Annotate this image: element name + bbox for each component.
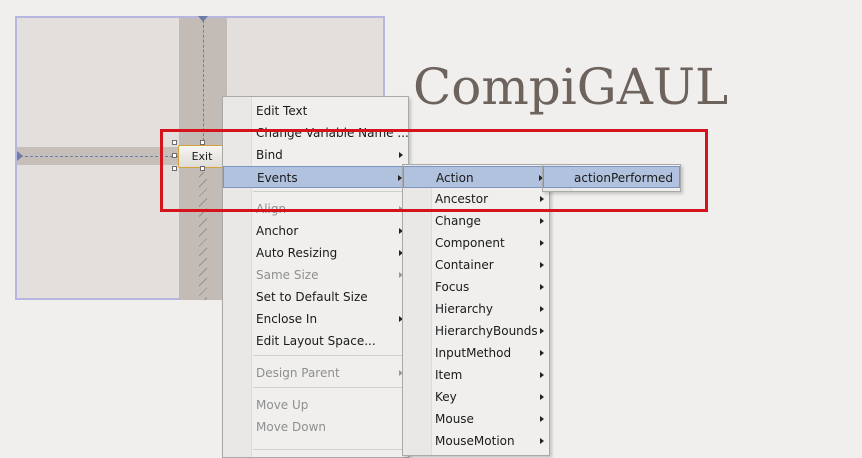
menu-item-label: Align <box>256 202 287 216</box>
events-item-label: HierarchyBounds <box>435 324 538 338</box>
events-item-mousemotion[interactable]: MouseMotion <box>403 430 549 452</box>
menu-item-label: Auto Resizing <box>256 246 338 260</box>
menu-item-align: Align <box>223 198 408 220</box>
events-item-focus[interactable]: Focus <box>403 276 549 298</box>
submenu-arrow-icon <box>399 152 403 158</box>
submenu-arrow-icon <box>540 438 544 444</box>
horizontal-anchor-line <box>20 156 178 157</box>
menu-item-label: Edit Text <box>256 104 308 118</box>
submenu-arrow-icon <box>540 262 544 268</box>
events-item-hierarchy[interactable]: Hierarchy <box>403 298 549 320</box>
submenu-arrow-icon <box>540 306 544 312</box>
menu-item-auto-resizing[interactable]: Auto Resizing <box>223 242 408 264</box>
events-item-label: MouseMotion <box>435 434 515 448</box>
menu-item-label: Change Variable Name ... <box>256 126 409 140</box>
events-item-inputmethod[interactable]: InputMethod <box>403 342 549 364</box>
menu-item-label: Anchor <box>256 224 299 238</box>
events-item-label: Hierarchy <box>435 302 494 316</box>
menu-item-anchor[interactable]: Anchor <box>223 220 408 242</box>
events-item-label: Item <box>435 368 463 382</box>
submenu-arrow-icon <box>540 328 544 334</box>
action-item-actionperformed[interactable]: actionPerformed <box>543 166 680 188</box>
resize-spring-icon <box>199 172 207 300</box>
events-item-label: Ancestor <box>435 192 489 206</box>
menu-item-design-parent: Design Parent <box>223 362 408 384</box>
menu-item-move-down: Move Down <box>223 416 408 438</box>
submenu-arrow-icon <box>540 394 544 400</box>
events-item-container[interactable]: Container <box>403 254 549 276</box>
menu-item-move-up: Move Up <box>223 394 408 416</box>
action-submenu: actionPerformed <box>542 164 681 192</box>
events-item-change[interactable]: Change <box>403 210 549 232</box>
menu-item-label: Set to Default Size <box>256 290 368 304</box>
menu-item-label: Edit Layout Space... <box>256 334 376 348</box>
menu-separator <box>253 191 406 192</box>
resize-handle-bottom-left[interactable] <box>172 166 177 171</box>
menu-item-label: Move Down <box>256 420 326 434</box>
events-item-hierarchybounds[interactable]: HierarchyBounds <box>403 320 549 342</box>
events-item-label: Component <box>435 236 505 250</box>
events-item-label: InputMethod <box>435 346 512 360</box>
events-item-label: Focus <box>435 280 470 294</box>
menu-item-same-size: Same Size <box>223 264 408 286</box>
events-item-key[interactable]: Key <box>403 386 549 408</box>
menu-item-label: Design Parent <box>256 366 340 380</box>
events-item-action[interactable]: Action <box>403 166 549 188</box>
events-submenu: Action Ancestor Change Component Container Fo… <box>402 164 550 456</box>
menu-item-label: Enclose In <box>256 312 318 326</box>
menu-item-enclose-in[interactable]: Enclose In <box>223 308 408 330</box>
submenu-arrow-icon <box>540 372 544 378</box>
top-anchor-marker-icon <box>198 16 208 22</box>
brand-title: CompiGAUL <box>413 58 729 116</box>
resize-handle-top-left[interactable] <box>172 140 177 145</box>
menu-item-edit-text[interactable]: Edit Text <box>223 100 408 122</box>
events-item-label: Action <box>436 171 474 185</box>
submenu-arrow-icon <box>540 196 544 202</box>
submenu-arrow-icon <box>540 284 544 290</box>
vertical-anchor-line <box>203 20 204 146</box>
events-item-label: Key <box>435 390 457 404</box>
events-item-label: Mouse <box>435 412 474 426</box>
menu-item-bind[interactable]: Bind <box>223 144 408 166</box>
events-item-ancestor[interactable]: Ancestor <box>403 188 549 210</box>
action-item-label: actionPerformed <box>574 171 674 185</box>
resize-handle-bottom[interactable] <box>200 166 205 171</box>
events-item-label: Container <box>435 258 494 272</box>
submenu-arrow-icon <box>540 240 544 246</box>
menu-item-edit-layout-space[interactable]: Edit Layout Space... <box>223 330 408 352</box>
menu-separator <box>253 449 406 450</box>
resize-handle-top[interactable] <box>200 140 205 145</box>
submenu-arrow-icon <box>540 350 544 356</box>
menu-separator <box>253 387 406 388</box>
exit-button[interactable]: Exit <box>178 145 226 168</box>
events-item-mouse[interactable]: Mouse <box>403 408 549 430</box>
menu-item-events[interactable]: Events <box>223 166 408 188</box>
menu-item-label: Same Size <box>256 268 319 282</box>
events-item-label: Change <box>435 214 481 228</box>
events-item-item[interactable]: Item <box>403 364 549 386</box>
submenu-arrow-icon <box>540 416 544 422</box>
menu-item-label: Bind <box>256 148 283 162</box>
menu-item-set-to-default-size[interactable]: Set to Default Size <box>223 286 408 308</box>
events-item-component[interactable]: Component <box>403 232 549 254</box>
menu-item-label: Events <box>257 171 298 185</box>
menu-item-label: Move Up <box>256 398 309 412</box>
resize-handle-left[interactable] <box>172 153 177 158</box>
menu-separator <box>253 355 406 356</box>
left-anchor-marker-icon <box>17 151 23 161</box>
menu-item-change-variable-name[interactable]: Change Variable Name ... <box>223 122 409 144</box>
submenu-arrow-icon <box>540 218 544 224</box>
component-context-menu: Edit Text Change Variable Name ... Bind Eve… <box>222 96 409 458</box>
